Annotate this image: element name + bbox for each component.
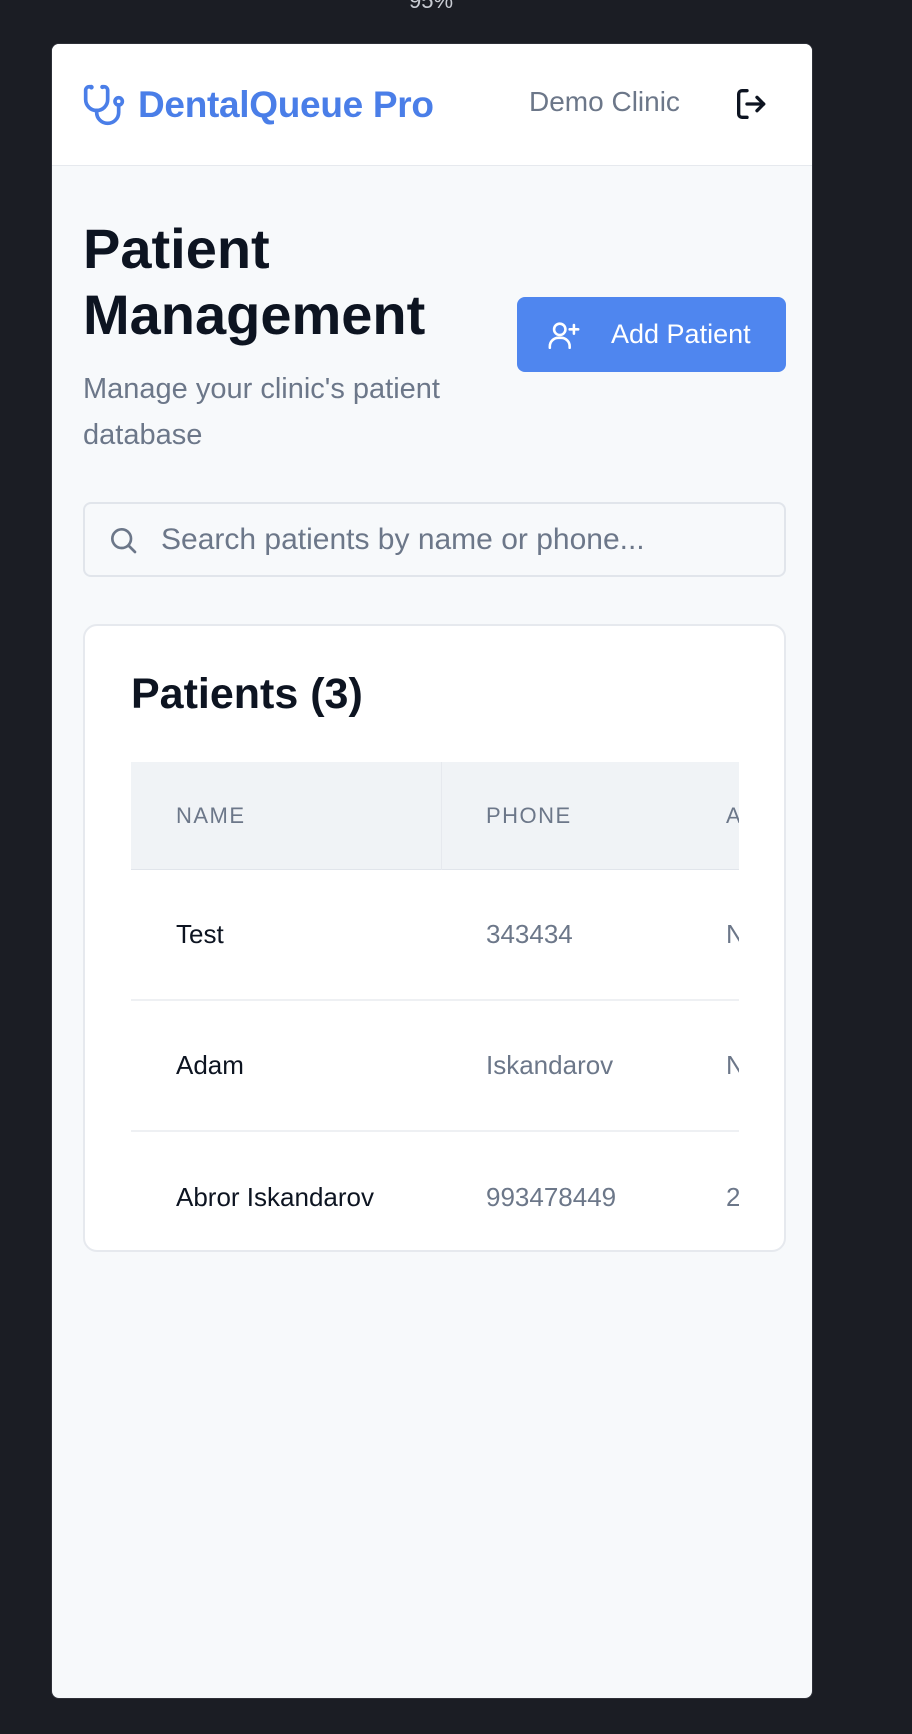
patient-extra: N [726, 1050, 739, 1081]
top-navigation-bar: DentalQueue Pro Demo Clinic [52, 44, 812, 166]
brand-name: DentalQueue Pro [138, 83, 434, 125]
patient-name: Test [176, 919, 224, 949]
stethoscope-icon [83, 84, 125, 125]
patient-extra: N [726, 919, 739, 950]
brand[interactable]: DentalQueue Pro [82, 83, 434, 127]
patient-phone: 343434 [486, 919, 573, 949]
table-row[interactable]: Abror Iskandarov 993478449 2 [131, 1132, 739, 1250]
add-patient-label: Add Patient [611, 319, 751, 349]
patient-phone: Iskandarov [486, 1050, 614, 1080]
search-input[interactable] [161, 522, 761, 557]
patients-card: Patients (3) NAME PHONE A Test 343434 N … [83, 624, 786, 1252]
user-plus-icon [548, 321, 580, 349]
add-patient-button[interactable]: Add Patient [517, 297, 786, 372]
column-header-name[interactable]: NAME [176, 803, 246, 829]
patient-name: Abror Iskandarov [176, 1182, 374, 1212]
patients-table[interactable]: NAME PHONE A Test 343434 N Adam Iskandar… [131, 762, 739, 1250]
table-row[interactable]: Adam Iskandarov N [131, 1001, 739, 1132]
search-bar [83, 502, 786, 577]
clinic-name: Demo Clinic [529, 86, 680, 117]
column-header-phone[interactable]: PHONE [486, 803, 572, 829]
page-title: Patient Management [83, 217, 426, 346]
table-header: NAME PHONE A [131, 762, 739, 870]
zoom-level-label: 95% [408, 0, 454, 13]
page-subtitle: Manage your clinic's patient database [83, 373, 440, 451]
table-row[interactable]: Test 343434 N [131, 870, 739, 1001]
column-header-truncated[interactable]: A [726, 803, 739, 829]
logout-icon[interactable] [732, 84, 772, 124]
search-icon [111, 527, 137, 553]
patient-phone: 993478449 [486, 1182, 617, 1212]
patient-name: Adam [176, 1050, 244, 1080]
patients-card-title: Patients (3) [131, 670, 363, 718]
patient-extra: 2 [726, 1182, 739, 1213]
app-window: DentalQueue Pro Demo Clinic Patient Mana… [51, 43, 813, 1699]
column-divider [441, 762, 442, 870]
